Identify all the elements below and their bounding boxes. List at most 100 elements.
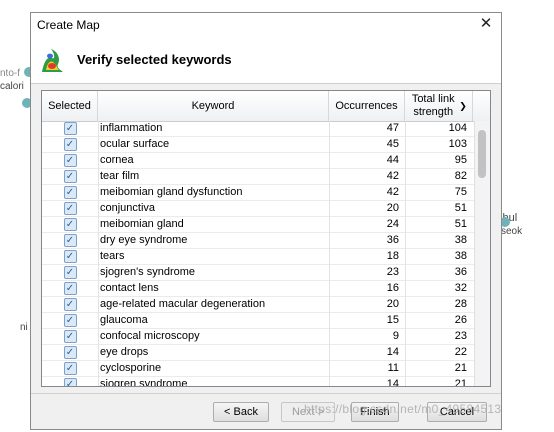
keyword-cell: dry eye syndrome [100, 234, 188, 246]
selected-checkbox[interactable]: ✓ [63, 282, 77, 295]
occurrences-cell: 11 [387, 362, 399, 374]
row-selected-cell[interactable]: ✓ [42, 377, 98, 386]
row-selected-cell[interactable]: ✓ [42, 249, 98, 264]
table-row[interactable]: ✓ sjogren's syndrome 23 36 [42, 265, 474, 281]
table-row[interactable]: ✓ meibomian gland 24 51 [42, 217, 474, 233]
back-button[interactable]: < Back [213, 402, 269, 422]
total-link-strength-cell: 103 [448, 138, 467, 150]
keyword-cell: inflammation [100, 122, 163, 134]
selected-checkbox[interactable]: ✓ [63, 298, 77, 311]
total-link-strength-cell: 38 [454, 250, 467, 262]
selected-checkbox[interactable]: ✓ [63, 346, 77, 359]
table-row[interactable]: ✓ contact lens 16 32 [42, 281, 474, 297]
keyword-cell: conjunctiva [100, 202, 156, 214]
selected-checkbox[interactable]: ✓ [63, 330, 77, 343]
column-header-occurrences[interactable]: Occurrences [329, 91, 405, 121]
selected-checkbox[interactable]: ✓ [63, 378, 77, 386]
table-row[interactable]: ✓ dry eye syndrome 36 38 [42, 233, 474, 249]
keyword-cell: sjogren's syndrome [100, 266, 196, 278]
selected-checkbox[interactable]: ✓ [63, 186, 77, 199]
table-row[interactable]: ✓ inflammation 47 104 [42, 121, 474, 137]
column-header-keyword[interactable]: Keyword [98, 91, 329, 121]
total-link-strength-cell: 21 [454, 378, 467, 387]
selected-checkbox[interactable]: ✓ [63, 266, 77, 279]
table-row[interactable]: ✓ ocular surface 45 103 [42, 137, 474, 153]
row-selected-cell[interactable]: ✓ [42, 201, 98, 216]
chevron-down-icon: ❯ [459, 100, 467, 111]
close-button[interactable]: ✕ [477, 15, 495, 33]
selected-checkbox[interactable]: ✓ [63, 250, 77, 263]
row-selected-cell[interactable]: ✓ [42, 233, 98, 248]
selected-checkbox[interactable]: ✓ [63, 170, 77, 183]
total-link-strength-cell: 26 [454, 314, 467, 326]
keyword-cell: cyclosporine [100, 362, 162, 374]
table-row[interactable]: ✓ meibomian gland dysfunction 42 75 [42, 185, 474, 201]
row-selected-cell[interactable]: ✓ [42, 329, 98, 344]
total-link-strength-cell: 51 [454, 218, 467, 230]
table-row[interactable]: ✓ eye drops 14 22 [42, 345, 474, 361]
header-divider [31, 83, 501, 84]
keywords-table: Selected Keyword Occurrences Total link … [41, 90, 491, 387]
keyword-cell: ocular surface [100, 138, 170, 150]
table-row[interactable]: ✓ cyclosporine 11 21 [42, 361, 474, 377]
table-row[interactable]: ✓ tear film 42 82 [42, 169, 474, 185]
table-row[interactable]: ✓ tears 18 38 [42, 249, 474, 265]
total-link-strength-cell: 23 [454, 330, 467, 342]
row-selected-cell[interactable]: ✓ [42, 297, 98, 312]
column-header-total-link-strength[interactable]: Total link strength ❯ [405, 91, 473, 121]
table-row[interactable]: ✓ confocal microscopy 9 23 [42, 329, 474, 345]
keyword-cell: eye drops [100, 346, 149, 358]
selected-checkbox[interactable]: ✓ [63, 154, 77, 167]
row-selected-cell[interactable]: ✓ [42, 345, 98, 360]
total-link-strength-cell: 28 [454, 298, 467, 310]
selected-checkbox[interactable]: ✓ [63, 218, 77, 231]
selected-checkbox[interactable]: ✓ [63, 138, 77, 151]
selected-checkbox[interactable]: ✓ [63, 362, 77, 375]
table-row[interactable]: ✓ age-related macular degeneration 20 28 [42, 297, 474, 313]
table-row[interactable]: ✓ sjogren syndrome 14 21 [42, 377, 474, 387]
selected-checkbox[interactable]: ✓ [63, 122, 77, 135]
row-selected-cell[interactable]: ✓ [42, 121, 98, 136]
row-selected-cell[interactable]: ✓ [42, 361, 98, 376]
row-selected-cell[interactable]: ✓ [42, 169, 98, 184]
keyword-cell: meibomian gland dysfunction [100, 186, 243, 198]
table-row[interactable]: ✓ conjunctiva 20 51 [42, 201, 474, 217]
total-link-strength-cell: 104 [448, 122, 467, 134]
total-link-strength-cell: 38 [454, 234, 467, 246]
wizard-step-title: Verify selected keywords [77, 52, 232, 67]
table-row[interactable]: ✓ glaucoma 15 26 [42, 313, 474, 329]
column-header-selected[interactable]: Selected [42, 91, 98, 121]
row-selected-cell[interactable]: ✓ [42, 313, 98, 328]
footer-divider [31, 393, 501, 394]
vertical-scrollbar[interactable] [474, 121, 490, 386]
keyword-cell: tear film [100, 170, 140, 182]
row-selected-cell[interactable]: ✓ [42, 137, 98, 152]
bg-node-label-4: seok [501, 226, 523, 237]
row-selected-cell[interactable]: ✓ [42, 281, 98, 296]
total-link-strength-cell: 36 [454, 266, 467, 278]
row-selected-cell[interactable]: ✓ [42, 265, 98, 280]
bg-node-label-1: nto-f [0, 68, 21, 79]
keyword-cell: sjogren syndrome [100, 378, 188, 387]
row-selected-cell[interactable]: ✓ [42, 185, 98, 200]
column-divider [405, 121, 406, 386]
table-row[interactable]: ✓ cornea 44 95 [42, 153, 474, 169]
dialog-title-bar: Create Map ✕ [31, 13, 501, 37]
selected-checkbox[interactable]: ✓ [63, 202, 77, 215]
selected-checkbox[interactable]: ✓ [63, 234, 77, 247]
keyword-cell: meibomian gland [100, 218, 184, 230]
keyword-cell: confocal microscopy [100, 330, 200, 342]
keyword-cell: tears [100, 250, 125, 262]
selected-checkbox[interactable]: ✓ [63, 314, 77, 327]
table-header: Selected Keyword Occurrences Total link … [42, 91, 490, 122]
table-body: ✓ inflammation 47 104 ✓ ocular surface 45 103 ✓ c… [42, 121, 474, 387]
total-link-strength-cell: 21 [454, 362, 467, 374]
occurrences-cell: 14 [386, 346, 399, 358]
row-selected-cell[interactable]: ✓ [42, 153, 98, 168]
occurrences-cell: 9 [392, 330, 399, 342]
scrollbar-thumb[interactable] [478, 130, 486, 178]
bg-node-label-5: ni [20, 322, 28, 333]
occurrences-cell: 42 [386, 170, 399, 182]
row-selected-cell[interactable]: ✓ [42, 217, 98, 232]
total-link-strength-cell: 75 [454, 186, 467, 198]
